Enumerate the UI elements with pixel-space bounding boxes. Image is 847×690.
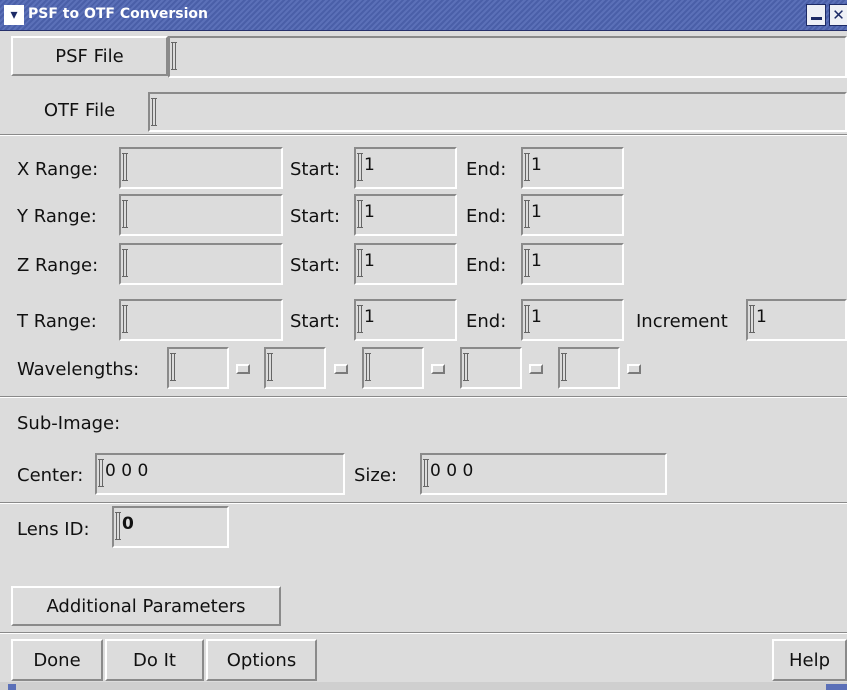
z-end-label: End: [466, 255, 507, 276]
window-title: PSF to OTF Conversion [28, 6, 208, 22]
wavelength-checkbox-5[interactable] [627, 364, 641, 374]
t-end-input[interactable]: 1 [521, 299, 624, 341]
z-range-label: Z Range: [17, 255, 99, 276]
separator [0, 502, 847, 504]
size-input[interactable]: 0 0 0 [420, 453, 667, 495]
wavelength-input-2[interactable] [264, 347, 326, 389]
y-range-label: Y Range: [17, 206, 97, 227]
options-button[interactable]: Options [206, 639, 317, 681]
wavelength-input-4[interactable] [460, 347, 522, 389]
y-start-label: Start: [290, 206, 341, 227]
wavelength-checkbox-1[interactable] [236, 364, 250, 374]
t-start-input[interactable]: 1 [354, 299, 457, 341]
wavelength-checkbox-2[interactable] [334, 364, 348, 374]
increment-label: Increment [636, 311, 728, 332]
y-end-input[interactable]: 1 [521, 194, 624, 236]
z-start-input[interactable]: 1 [354, 243, 457, 285]
window-bottom-edge [0, 682, 847, 690]
separator [0, 632, 847, 634]
t-end-label: End: [466, 311, 507, 332]
x-range-input[interactable] [119, 147, 283, 189]
y-start-input[interactable]: 1 [354, 194, 457, 236]
t-start-label: Start: [290, 311, 341, 332]
help-button[interactable]: Help [772, 639, 847, 681]
t-range-label: T Range: [17, 311, 97, 332]
x-range-label: X Range: [17, 159, 99, 180]
additional-parameters-button[interactable]: Additional Parameters [11, 586, 281, 626]
separator [0, 396, 847, 398]
sub-image-heading: Sub-Image: [17, 413, 121, 434]
wavelength-checkbox-3[interactable] [431, 364, 445, 374]
separator [0, 134, 847, 136]
x-end-label: End: [466, 159, 507, 180]
x-start-label: Start: [290, 159, 341, 180]
done-button[interactable]: Done [11, 639, 103, 681]
psf-file-button[interactable]: PSF File [11, 36, 168, 76]
wavelengths-label: Wavelengths: [17, 359, 140, 380]
do-it-button[interactable]: Do It [105, 639, 204, 681]
wavelength-input-5[interactable] [558, 347, 620, 389]
resize-handle-left[interactable] [8, 684, 16, 690]
x-end-input[interactable]: 1 [521, 147, 624, 189]
z-range-input[interactable] [119, 243, 283, 285]
wavelength-input-1[interactable] [167, 347, 229, 389]
t-range-input[interactable] [119, 299, 283, 341]
title-bar: ▾ PSF to OTF Conversion ✕ [0, 0, 847, 31]
chevron-down-icon[interactable]: ▾ [4, 5, 24, 25]
center-label: Center: [17, 465, 84, 486]
otf-file-input[interactable] [148, 92, 847, 132]
close-icon[interactable]: ✕ [829, 4, 847, 26]
resize-handle-right[interactable] [826, 684, 847, 690]
increment-input[interactable]: 1 [746, 299, 847, 341]
y-end-label: End: [466, 206, 507, 227]
size-label: Size: [354, 465, 398, 486]
lens-id-input[interactable]: 0 [112, 506, 229, 548]
z-start-label: Start: [290, 255, 341, 276]
wavelength-checkbox-4[interactable] [529, 364, 543, 374]
y-range-input[interactable] [119, 194, 283, 236]
wavelength-input-3[interactable] [362, 347, 424, 389]
x-start-input[interactable]: 1 [354, 147, 457, 189]
z-end-input[interactable]: 1 [521, 243, 624, 285]
center-input[interactable]: 0 0 0 [95, 453, 345, 495]
minimize-icon[interactable] [806, 4, 826, 26]
psf-file-input[interactable] [168, 36, 847, 78]
otf-file-button[interactable]: OTF File [11, 90, 148, 130]
lens-id-label: Lens ID: [17, 519, 90, 540]
